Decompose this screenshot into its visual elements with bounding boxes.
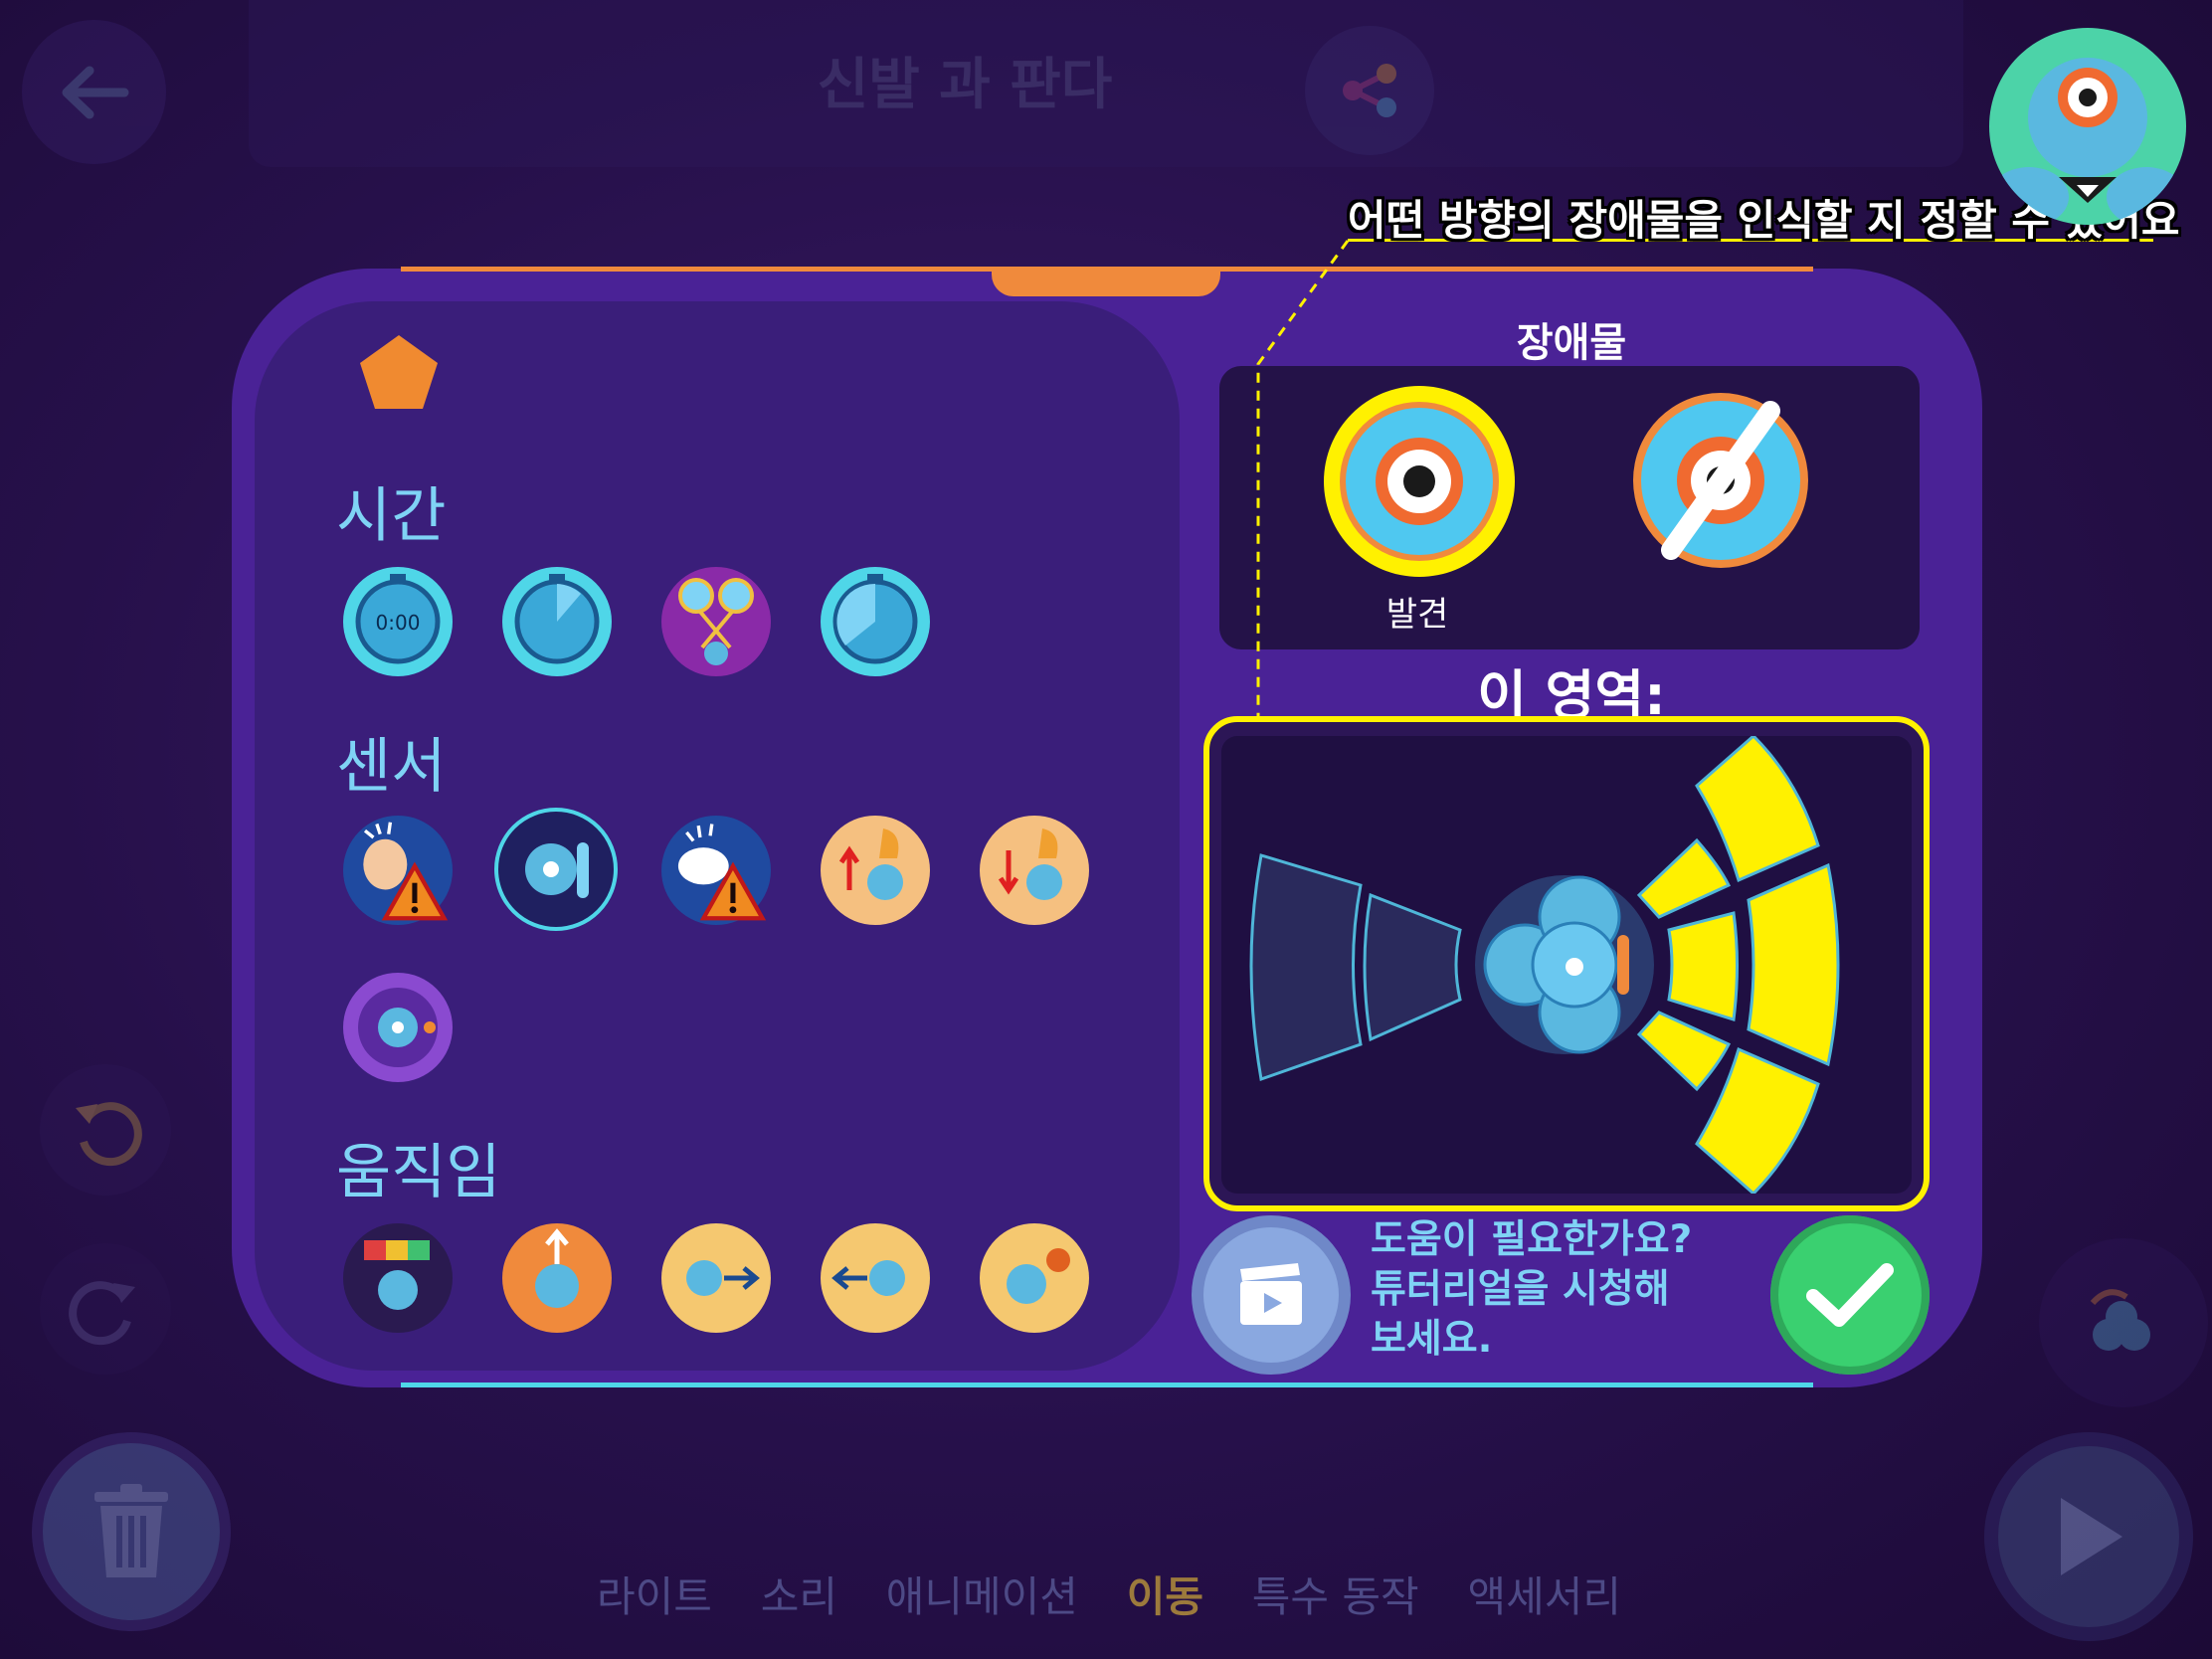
dash-robot-mascot-icon: [1989, 58, 2186, 225]
obstacle-found-label: 발견: [1385, 595, 1449, 635]
category-drive[interactable]: 이동: [1127, 1564, 1203, 1624]
group-icon: [2090, 1289, 2150, 1351]
drop-sensor-block[interactable]: [980, 816, 1089, 925]
tutorial-prompt: 도움이 필요한가요? 튜터리얼을 시청해 보세요.: [1371, 1215, 1788, 1365]
back-arrow-icon: [62, 66, 128, 118]
trash-button[interactable]: [32, 1432, 231, 1631]
section-time-title: 시간: [336, 481, 447, 551]
play-icon: [2061, 1498, 2122, 1575]
voice-sensor-block[interactable]: [661, 816, 771, 925]
zone-front-top-inner[interactable]: [1636, 837, 1732, 919]
drive-forward-block[interactable]: [502, 1223, 612, 1333]
undo-button[interactable]: [40, 1064, 171, 1196]
category-light[interactable]: 라이트: [597, 1564, 712, 1624]
confirm-button[interactable]: [1770, 1215, 1930, 1375]
tooltip-leader-line: [1256, 240, 1350, 720]
program-title: 신발 과 판다: [817, 53, 1113, 117]
zone-front-mid-outer[interactable]: [1747, 862, 1840, 1067]
robot-move-left-icon: [831, 1260, 905, 1296]
timer-icon: [514, 574, 600, 664]
share-icon: [1343, 64, 1396, 117]
clap-sensor-block[interactable]: [343, 816, 453, 925]
drive-left-block[interactable]: [821, 1223, 930, 1333]
drive-color-block[interactable]: [343, 1223, 453, 1333]
trash-icon: [94, 1484, 168, 1577]
redo-button[interactable]: [40, 1243, 171, 1375]
play-face: [1998, 1446, 2179, 1627]
pickup-sensor-block[interactable]: [821, 816, 930, 925]
video-clapper-icon: [1240, 1263, 1302, 1325]
timer-block[interactable]: 0:00: [343, 567, 453, 676]
tutorial-button[interactable]: [1192, 1215, 1351, 1375]
zone-selector-graphic: [1249, 736, 1840, 1194]
pentagon-icon: [360, 335, 438, 409]
drive-right-block[interactable]: [661, 1223, 771, 1333]
clock-icon: [832, 574, 918, 664]
clap-icon: [363, 822, 449, 921]
redo-icon: [69, 1281, 135, 1346]
dialog-bottom-accent: [401, 1382, 1813, 1387]
section-sensor-title: 센서: [336, 732, 447, 802]
robot-bump-icon: [358, 988, 438, 1067]
bump-sensor-block[interactable]: [343, 973, 453, 1082]
category-special[interactable]: 특수 동작: [1252, 1564, 1419, 1624]
group-button[interactable]: [2039, 1238, 2208, 1407]
undo-icon: [76, 1102, 142, 1167]
robot-forward-icon: [535, 1228, 579, 1308]
obstacle-title: 장애물: [1516, 320, 1627, 366]
speech-bubble-icon: [677, 824, 767, 921]
category-sound[interactable]: 소리: [761, 1564, 837, 1624]
back-button[interactable]: [22, 20, 166, 164]
wait-block[interactable]: [502, 567, 612, 676]
tutorial-line-1: 도움이 필요한가요?: [1371, 1217, 1693, 1262]
svg-text:0:00: 0:00: [376, 611, 421, 635]
drive-to-target-block[interactable]: [980, 1223, 1089, 1333]
countdown-block[interactable]: [821, 567, 930, 676]
stopwatch-icon: 0:00: [355, 574, 441, 664]
zone-back-inner[interactable]: [1363, 892, 1462, 1042]
obstacle-not-found-option[interactable]: [1631, 391, 1810, 570]
zone-front-bottom-outer[interactable]: [1695, 1046, 1820, 1194]
tutorial-line-2: 튜터리얼을 시청해: [1371, 1267, 1670, 1312]
robot-target-icon: [1007, 1248, 1070, 1304]
share-button[interactable]: [1305, 26, 1434, 155]
zone-back-outer[interactable]: [1249, 853, 1363, 1082]
tutorial-line-3: 보세요.: [1371, 1317, 1493, 1362]
section-movement-title: 움직임: [336, 1138, 501, 1207]
dash-robot-obstacle-icon: [525, 842, 589, 898]
dialog-top-tab: [992, 267, 1220, 296]
zone-front-top-outer[interactable]: [1695, 736, 1820, 883]
robot-put-down-icon: [998, 829, 1062, 900]
robot-move-right-icon: [686, 1260, 760, 1296]
when-timer-block[interactable]: [661, 567, 771, 676]
category-bar: 라이트 소리 애니메이션 이동 특수 동작 액세서리: [597, 1564, 1621, 1624]
robot-colors-icon: [364, 1240, 430, 1310]
checkmark-icon: [1806, 1263, 1894, 1327]
zone-front-mid-inner[interactable]: [1667, 911, 1739, 1021]
category-accessory[interactable]: 액세서리: [1467, 1564, 1621, 1624]
trash-face: [43, 1443, 220, 1620]
tutorial-face: [1203, 1227, 1339, 1363]
robot-lift-up-icon: [838, 829, 903, 900]
dual-clock-icon: [678, 578, 754, 665]
avatar: [1989, 28, 2186, 225]
play-button[interactable]: [1984, 1432, 2193, 1641]
category-animation[interactable]: 애니메이션: [886, 1564, 1078, 1624]
zone-front-bottom-inner[interactable]: [1636, 1011, 1732, 1092]
obstacle-sensor-block[interactable]: [494, 808, 618, 931]
